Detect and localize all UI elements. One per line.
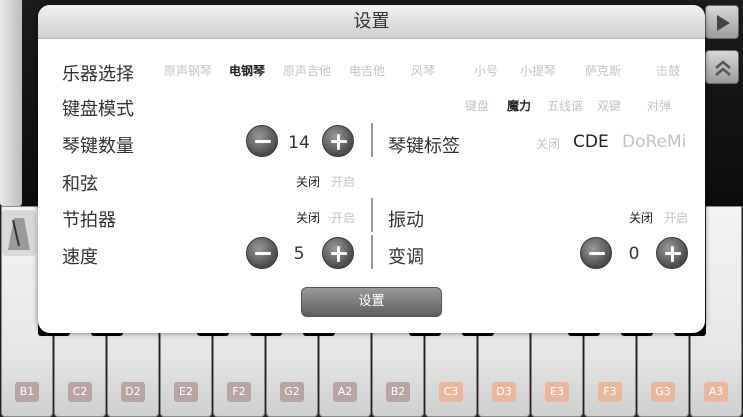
- scroll-up-button[interactable]: [705, 50, 739, 84]
- key-note-label: B1: [15, 382, 39, 402]
- key-labels-off-option[interactable]: 关闭: [536, 135, 560, 152]
- key-note-label: F3: [598, 382, 622, 402]
- keyboard-mode-label: 键盘模式: [62, 99, 134, 120]
- key-count-plus-button[interactable]: [322, 125, 354, 157]
- key-note-label: D2: [121, 382, 145, 402]
- vibration-on-option[interactable]: 开启: [664, 209, 688, 226]
- key-labels-doremi-option[interactable]: DoReMi: [622, 132, 686, 152]
- key-count-value: 14: [288, 133, 310, 153]
- instrument-option[interactable]: 电钢琴: [229, 62, 265, 79]
- vibration-off-option[interactable]: 关闭: [629, 209, 653, 226]
- key-labels-label: 琴键标签: [388, 136, 460, 157]
- key-note-label: A2: [333, 382, 357, 402]
- instrument-option[interactable]: 原声吉他: [283, 62, 331, 79]
- speed-label: 速度: [62, 247, 98, 268]
- metronome-off-option[interactable]: 关闭: [296, 209, 320, 226]
- keyboard-mode-option[interactable]: 五线谱: [547, 97, 583, 114]
- keyboard-mode-option[interactable]: 双键: [597, 97, 621, 114]
- divider: [371, 198, 373, 232]
- left-edge-key: [0, 0, 22, 206]
- instrument-option[interactable]: 原声钢琴: [164, 62, 212, 79]
- key-note-label: C2: [68, 382, 92, 402]
- divider: [371, 235, 373, 269]
- chord-on-option[interactable]: 开启: [331, 173, 355, 190]
- key-note-label: F2: [227, 382, 251, 402]
- double-chevron-up-icon: [715, 60, 731, 76]
- speed-minus-button[interactable]: [246, 237, 278, 269]
- keyboard-mode-option[interactable]: 键盘: [465, 97, 489, 114]
- transpose-minus-button[interactable]: [580, 237, 612, 269]
- play-icon: [717, 15, 730, 31]
- key-note-label: A3: [704, 382, 728, 402]
- key-note-label: G3: [651, 382, 675, 402]
- transpose-label: 变调: [388, 247, 424, 268]
- settings-button[interactable]: 设置: [301, 287, 442, 317]
- app-screen: B1 C2 D2 E2 F2 G2 A2 B2 C3 D3 E3 F3 G3 A3 设置 乐器选择 原声钢…: [0, 0, 743, 417]
- key-note-label: C3: [439, 382, 463, 402]
- instrument-option[interactable]: 萨克斯: [585, 62, 621, 79]
- key-count-label: 琴键数量: [62, 136, 134, 157]
- transpose-value: 0: [628, 244, 640, 264]
- chord-label: 和弦: [62, 174, 98, 195]
- metronome-label: 节拍器: [62, 210, 116, 231]
- transpose-plus-button[interactable]: [656, 237, 688, 269]
- instrument-label: 乐器选择: [62, 64, 134, 85]
- instrument-option[interactable]: 小号: [474, 62, 498, 79]
- play-button[interactable]: [705, 5, 739, 39]
- metronome-icon: [8, 218, 30, 250]
- instrument-option[interactable]: 电吉他: [349, 62, 385, 79]
- settings-dialog: 设置 乐器选择 原声钢琴 电钢琴 原声吉他 电吉他 风琴 小号 小提琴 萨克斯 击鼓 键盘模式 …: [38, 5, 705, 333]
- key-note-label: D3: [492, 382, 516, 402]
- keyboard-mode-option[interactable]: 魔力: [507, 97, 531, 114]
- dialog-title: 设置: [38, 5, 705, 39]
- instrument-option[interactable]: 击鼓: [656, 62, 680, 79]
- speed-plus-button[interactable]: [322, 237, 354, 269]
- key-labels-cde-option[interactable]: CDE: [573, 132, 609, 152]
- chord-off-option[interactable]: 关闭: [296, 173, 320, 190]
- divider: [371, 123, 373, 157]
- instrument-option[interactable]: 小提琴: [520, 62, 556, 79]
- vibration-label: 振动: [388, 210, 424, 231]
- key-note-label: E2: [174, 382, 198, 402]
- key-note-label: B2: [386, 382, 410, 402]
- keyboard-mode-option[interactable]: 对弹: [647, 97, 671, 114]
- key-note-label: G2: [280, 382, 304, 402]
- speed-value: 5: [293, 244, 305, 264]
- key-count-minus-button[interactable]: [246, 125, 278, 157]
- instrument-option[interactable]: 风琴: [411, 62, 435, 79]
- metronome-on-option[interactable]: 开启: [331, 209, 355, 226]
- key-note-label: E3: [545, 382, 569, 402]
- metronome-button[interactable]: [2, 210, 36, 256]
